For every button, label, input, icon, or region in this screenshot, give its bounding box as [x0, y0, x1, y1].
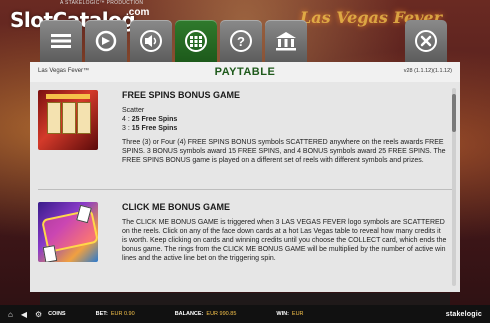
- las-vegas-fever-logo-icon: [38, 202, 98, 262]
- scatter-symbol-image: [38, 90, 98, 150]
- tab-rules[interactable]: [265, 20, 307, 62]
- tab-autoplay[interactable]: [85, 20, 127, 62]
- home-icon[interactable]: ⌂: [8, 310, 13, 319]
- award-count: 3 :: [122, 125, 130, 132]
- settings-icon[interactable]: ⚙: [35, 310, 42, 319]
- help-icon: ?: [230, 30, 252, 52]
- close-icon: [415, 30, 437, 52]
- tab-menu[interactable]: [40, 20, 82, 62]
- section-heading: CLICK ME BONUS GAME: [122, 202, 230, 212]
- win-label: WIN:: [276, 311, 289, 317]
- bank-icon: [276, 32, 296, 51]
- version-label: v28 (1.1.12)(1.1.12): [403, 68, 452, 74]
- bottom-game-bar: ⌂ ◀ ⚙ COINS BET: EUR 0.90 BALANCE: EUR 9…: [0, 305, 490, 323]
- paytable-content[interactable]: FREE SPINS BONUS GAME Scatter 4 : 25 Fre…: [30, 82, 460, 292]
- autoplay-icon: [95, 30, 117, 52]
- close-button[interactable]: [405, 20, 447, 62]
- win-value: EUR: [291, 311, 304, 317]
- tab-sound[interactable]: [130, 20, 172, 62]
- scrollbar[interactable]: [452, 88, 456, 286]
- paytable-header: Las Vegas Fever™ PAYTABLE v28 (1.1.12)(1…: [30, 62, 460, 83]
- section-description: The CLICK ME BONUS GAME is triggered whe…: [122, 219, 447, 262]
- award-value: 25 Free Spins: [131, 116, 178, 123]
- brand-logo: stakelogic: [445, 310, 482, 318]
- section-divider: [38, 189, 452, 190]
- sound-toggle-icon[interactable]: ◀: [21, 310, 27, 319]
- tab-help[interactable]: ?: [220, 20, 262, 62]
- scrollbar-thumb[interactable]: [452, 94, 456, 132]
- tab-bar: ?: [40, 20, 307, 62]
- balance-label: BALANCE:: [174, 311, 204, 317]
- menu-icon: [51, 34, 71, 48]
- section-heading: FREE SPINS BONUS GAME: [122, 90, 241, 100]
- bonus-symbol-image: [38, 202, 98, 262]
- paytable-icon: [185, 30, 207, 52]
- page-title: PAYTABLE: [214, 66, 276, 78]
- watermark-com: .com: [126, 7, 150, 18]
- award-row: 4 : 25 Free Spins: [122, 115, 447, 124]
- balance-value: EUR 990.85: [206, 311, 237, 317]
- reel-strip-under: [40, 293, 450, 305]
- coins-label[interactable]: COINS: [48, 311, 65, 317]
- provider-tag: A STAKELOGIC™ PRODUCTION: [60, 0, 144, 6]
- award-count: 4 :: [122, 116, 130, 123]
- bet-value: EUR 0.90: [110, 311, 135, 317]
- tab-paytable[interactable]: [175, 20, 217, 62]
- svg-text:?: ?: [237, 34, 245, 49]
- section-description: Three (3) or Four (4) FREE SPINS BONUS s…: [122, 139, 446, 164]
- award-value: 15 Free Spins: [131, 125, 178, 132]
- slot-machine-icon: [38, 90, 98, 150]
- bet-label: BET:: [95, 311, 108, 317]
- sound-icon: [140, 30, 162, 52]
- symbol-label: Scatter: [122, 107, 145, 114]
- award-row: 3 : 15 Free Spins: [122, 124, 447, 133]
